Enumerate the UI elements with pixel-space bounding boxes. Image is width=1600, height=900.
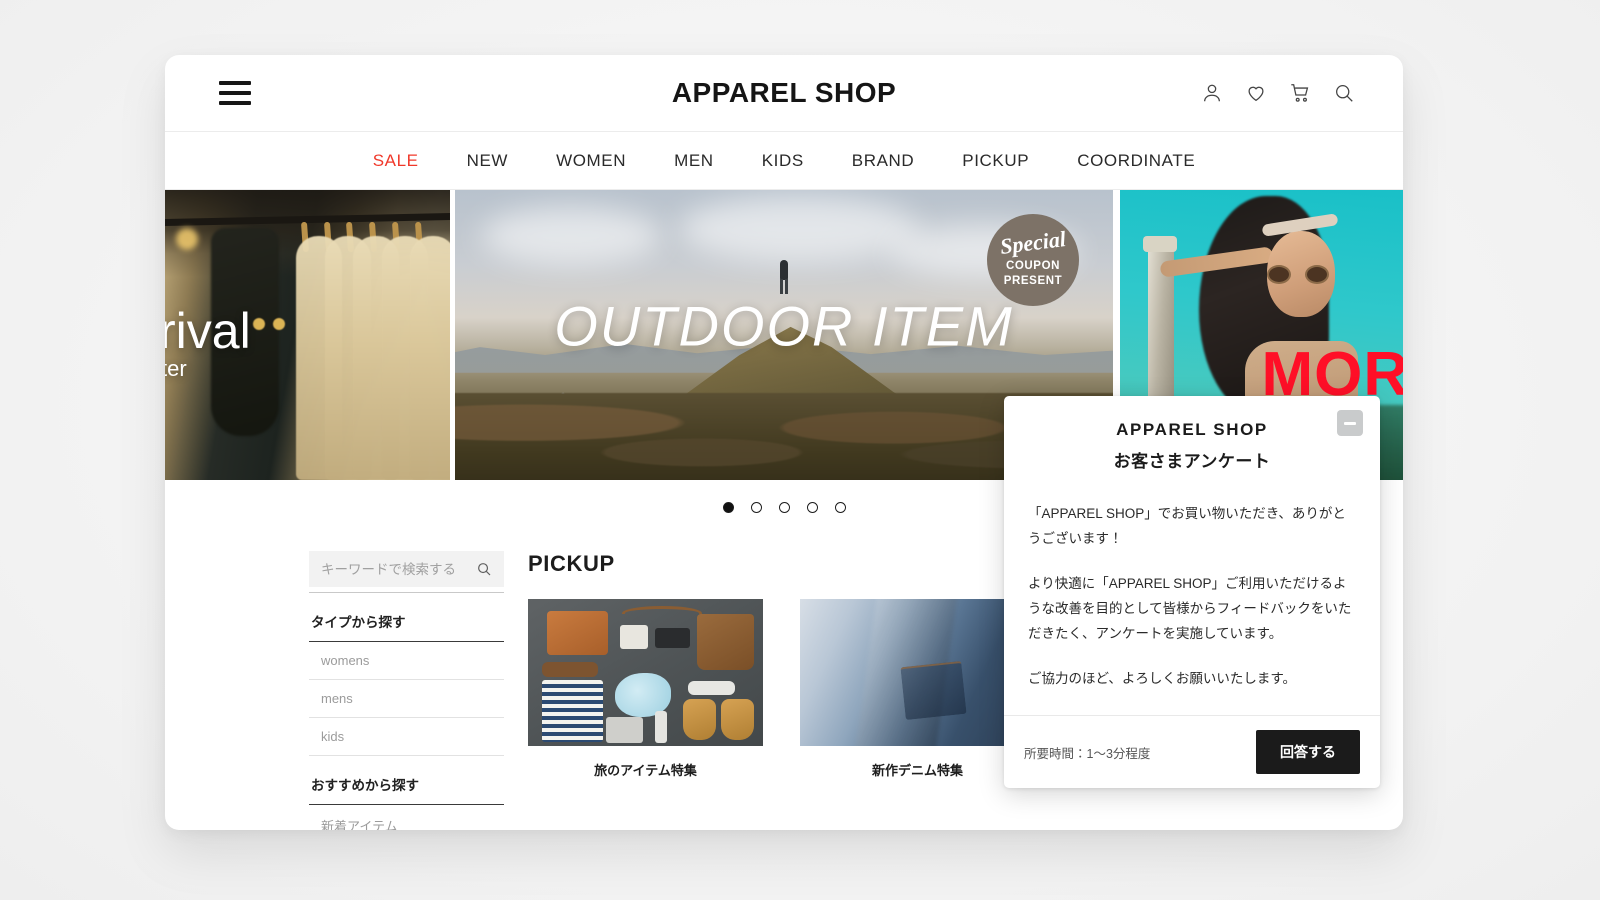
nav-item-kids[interactable]: KIDS xyxy=(738,151,828,171)
sidebar-heading-type: タイプから探す xyxy=(309,593,504,642)
survey-subtitle: お客さまアンケート xyxy=(1113,452,1271,471)
survey-paragraph-1: 「APPAREL SHOP」でお買い物いただき、ありがとうございます！ xyxy=(1028,506,1346,546)
cloud xyxy=(481,207,662,266)
minimize-icon[interactable] xyxy=(1337,410,1363,436)
search-icon[interactable] xyxy=(476,561,492,577)
sidebar-link-new-items[interactable]: 新着アイテム xyxy=(309,805,504,830)
pickup-thumbnail-denim[interactable] xyxy=(800,599,1035,746)
model-sunglasses xyxy=(1267,265,1330,285)
survey-modal: APPAREL SHOP お客さまアンケート 「APPAREL SHOP」でお買… xyxy=(1004,396,1380,788)
primary-navigation: SALE NEW WOMEN MEN KIDS BRAND PICKUP COO… xyxy=(165,132,1403,190)
category-sidebar: タイプから探す womens mens kids おすすめから探す 新着アイテム xyxy=(309,527,504,830)
carousel-slide-new-arrival[interactable]: rival ter xyxy=(165,190,450,480)
survey-modal-footer: 所要時間：1〜3分程度 回答する xyxy=(1004,715,1380,788)
cloud xyxy=(678,195,919,262)
nav-item-brand[interactable]: BRAND xyxy=(828,151,939,171)
coupon-line-1: COUPON xyxy=(1005,260,1061,273)
sidebar-heading-recommend: おすすめから探す xyxy=(309,756,504,805)
nav-item-sale[interactable]: SALE xyxy=(349,151,443,171)
post-cap xyxy=(1143,236,1178,253)
sidebar-link-kids[interactable]: kids xyxy=(309,718,504,756)
thumbnail-artwork xyxy=(800,599,1035,746)
survey-paragraph-2: より快適に「APPAREL SHOP」ご利用いただけるような改善を目的として皆様… xyxy=(1028,575,1352,641)
rack-bar xyxy=(165,212,450,227)
coupon-script-text: Special xyxy=(998,226,1068,260)
search-icon[interactable] xyxy=(1333,82,1355,104)
hamburger-bar xyxy=(219,91,251,95)
hiker-figure xyxy=(777,259,791,294)
wishlist-heart-icon[interactable] xyxy=(1245,82,1267,104)
pickup-caption: 旅のアイテム特集 xyxy=(594,763,697,778)
pickup-thumbnail-travel[interactable] xyxy=(528,599,763,746)
sidebar-link-womens[interactable]: womens xyxy=(309,642,504,680)
carousel-dot-1[interactable] xyxy=(722,502,734,513)
survey-paragraph-3: ご協力のほど、よろしくお願いいたします。 xyxy=(1028,670,1296,686)
nav-item-coordinate[interactable]: COORDINATE xyxy=(1053,151,1219,171)
cart-icon[interactable] xyxy=(1289,82,1311,104)
thumbnail-artwork xyxy=(528,599,763,746)
slide-subtitle-fragment: ter xyxy=(165,356,187,382)
search-input[interactable] xyxy=(321,561,476,577)
pickup-card[interactable]: 旅のアイテム特集 xyxy=(528,599,763,779)
pickup-card[interactable]: 新作デニム特集 xyxy=(800,599,1035,779)
survey-brand-title: APPAREL SHOP xyxy=(1116,420,1268,439)
coupon-line-2: PRESENT xyxy=(1003,274,1063,287)
sidebar-link-mens[interactable]: mens xyxy=(309,680,504,718)
carousel-dot-2[interactable] xyxy=(750,502,762,513)
carousel-dot-4[interactable] xyxy=(806,502,818,513)
garment-button xyxy=(273,317,286,330)
bokeh-light xyxy=(176,227,199,250)
nav-item-pickup[interactable]: PICKUP xyxy=(938,151,1053,171)
hamburger-bar xyxy=(219,101,251,105)
nav-item-women[interactable]: WOMEN xyxy=(532,151,650,171)
sidebar-search-box[interactable] xyxy=(309,551,504,587)
account-icon[interactable] xyxy=(1201,82,1223,104)
header-icon-group xyxy=(1201,82,1355,104)
hamburger-menu-icon[interactable] xyxy=(219,81,251,105)
slide-title: OUTDOOR ITEM xyxy=(554,294,1014,358)
carousel-dot-5[interactable] xyxy=(834,502,846,513)
hamburger-bar xyxy=(219,81,251,85)
garment-button xyxy=(253,317,266,330)
brand-logo[interactable]: APPAREL SHOP xyxy=(672,77,896,109)
site-header: APPAREL SHOP xyxy=(165,55,1403,132)
nav-item-new[interactable]: NEW xyxy=(443,151,532,171)
minimize-bar xyxy=(1344,421,1356,425)
survey-duration-label: 所要時間：1〜3分程度 xyxy=(1024,746,1151,761)
nav-item-men[interactable]: MEN xyxy=(650,151,738,171)
carousel-dot-3[interactable] xyxy=(778,502,790,513)
special-coupon-badge[interactable]: Special COUPON PRESENT xyxy=(987,214,1079,306)
survey-submit-button[interactable]: 回答する xyxy=(1256,730,1360,774)
survey-modal-header: APPAREL SHOP お客さまアンケート xyxy=(1004,396,1380,476)
survey-modal-body: 「APPAREL SHOP」でお買い物いただき、ありがとうございます！ より快適… xyxy=(1004,476,1380,715)
slide-title-fragment: rival xyxy=(165,303,251,359)
pickup-caption: 新作デニム特集 xyxy=(871,763,963,778)
